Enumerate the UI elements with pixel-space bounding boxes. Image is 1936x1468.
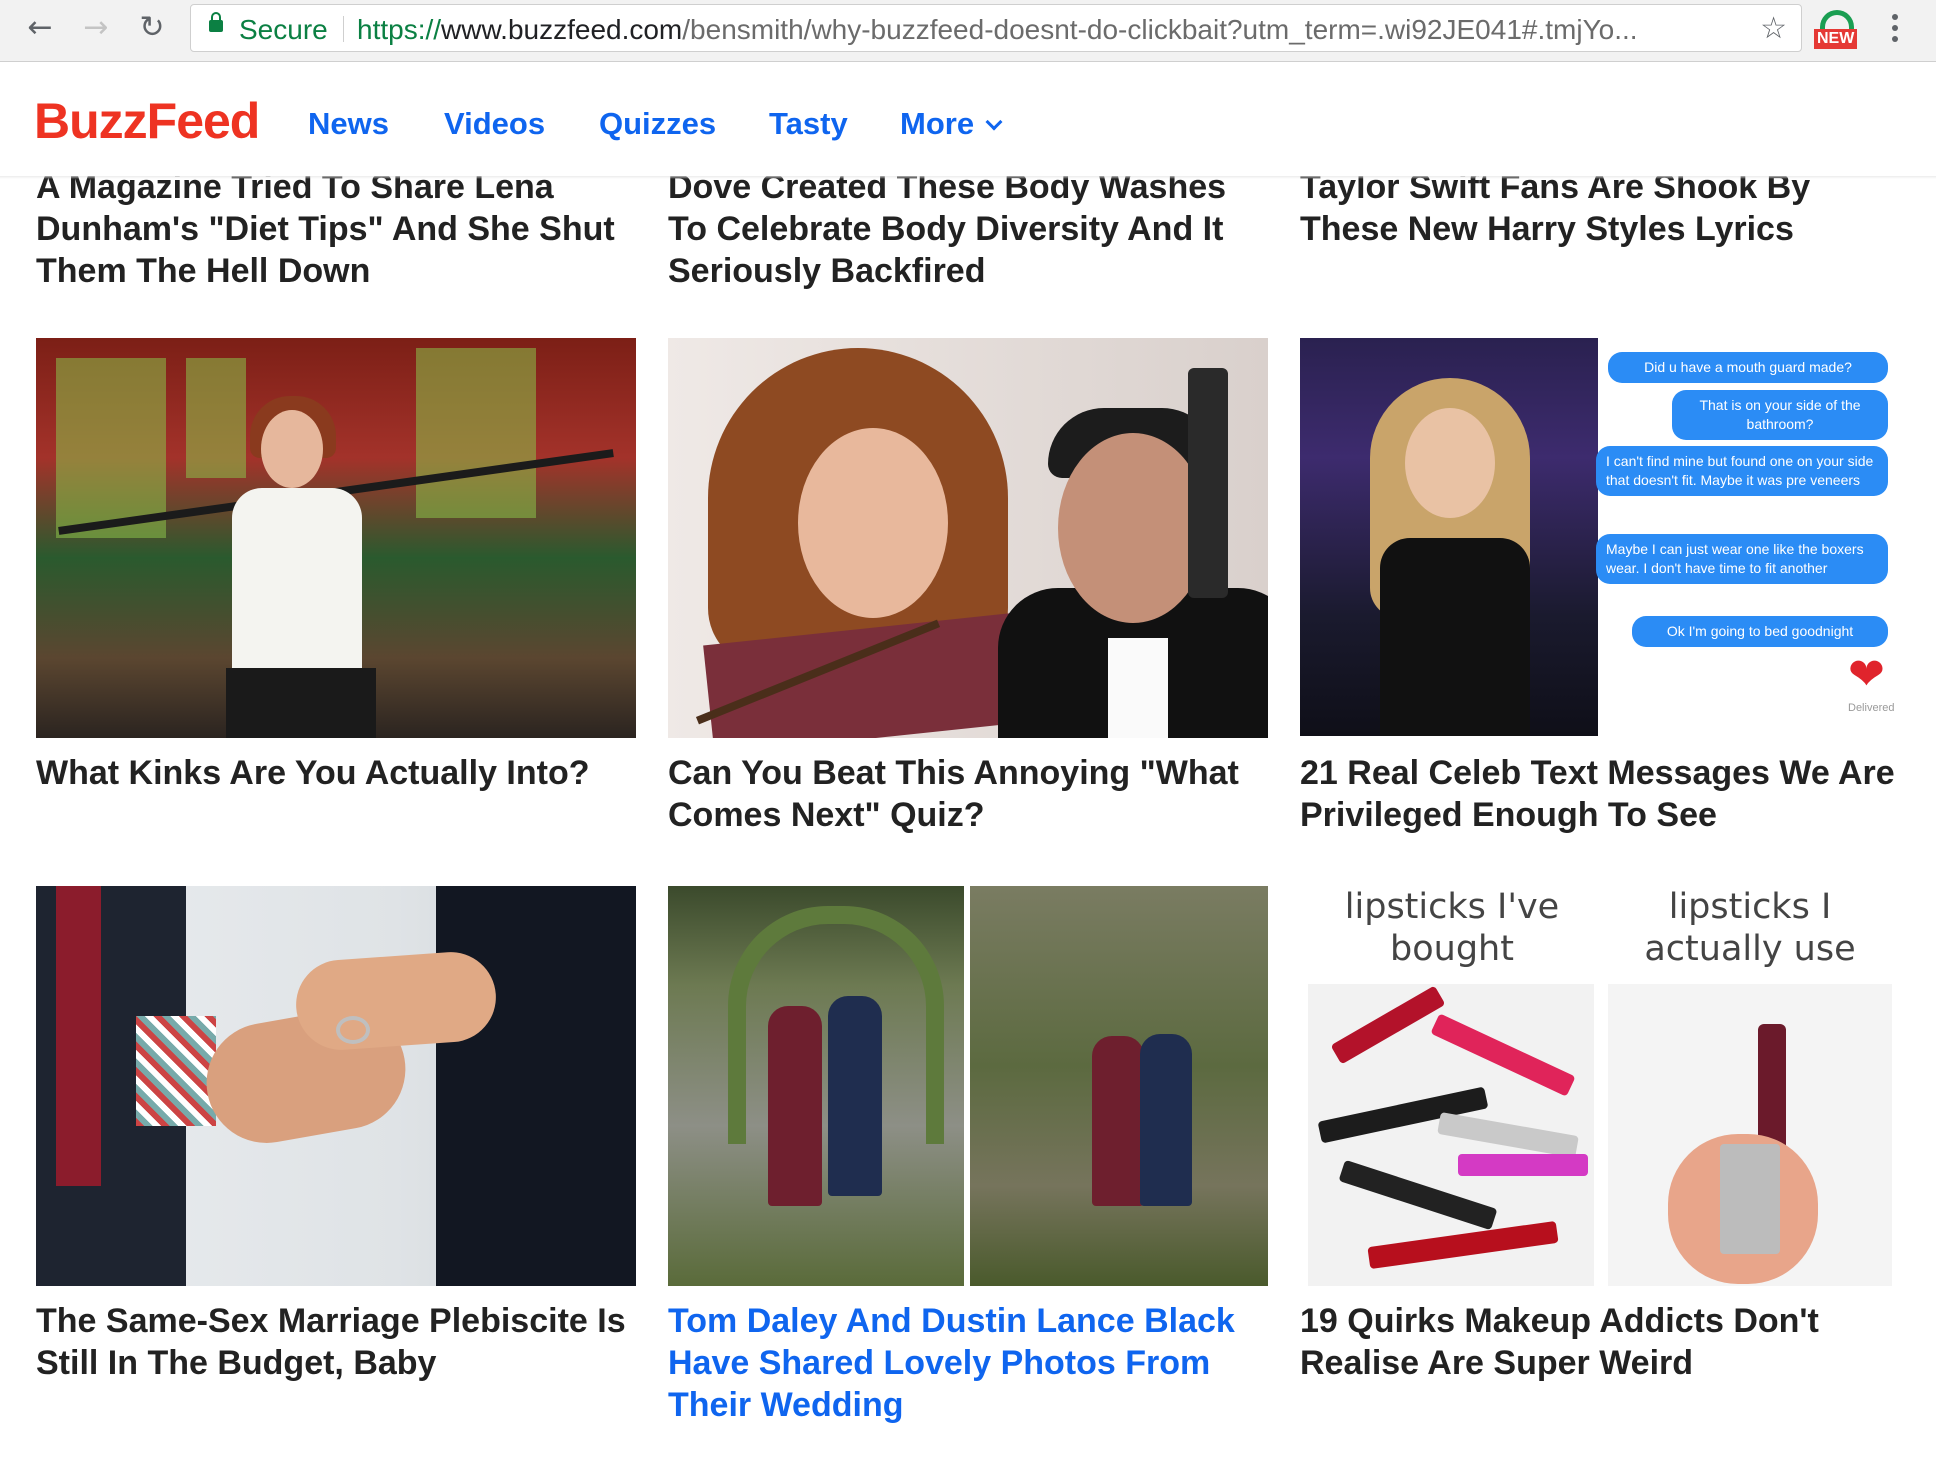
card-headline[interactable]: Can You Beat This Annoying "What Comes N… [668, 752, 1268, 836]
lipstick-label-left: lipsticks I've bought [1344, 887, 1560, 969]
browser-toolbar: ← → ↻ Secure https://www.buzzfeed.com/be… [0, 0, 1936, 62]
url-separator [343, 16, 344, 42]
url-host: www.buzzfeed.com [441, 14, 683, 45]
card-headline[interactable]: A Magazine Tried To Share Lena Dunham's … [36, 166, 626, 292]
text-bubble: That is on your side of the bathroom? [1672, 390, 1888, 440]
nav-more[interactable]: More [900, 106, 1003, 142]
card-headline[interactable]: Dove Created These Body Washes To Celebr… [668, 166, 1258, 292]
arrow-left-icon: ← [27, 10, 53, 45]
card-headline[interactable]: The Same-Sex Marriage Plebiscite Is Stil… [36, 1300, 636, 1384]
text-bubble: Ok I'm going to bed goodnight [1632, 616, 1888, 647]
nav-news[interactable]: News [308, 106, 389, 142]
card-headline[interactable]: 19 Quirks Makeup Addicts Don't Realise A… [1300, 1300, 1900, 1384]
new-badge: NEW [1814, 29, 1858, 49]
card-image-lipsticks[interactable]: lipsticks I've bought lipsticks I actual… [1300, 886, 1900, 1286]
buzzfeed-logo[interactable]: BuzzFeed [34, 92, 260, 150]
card-image-texts[interactable]: Did u have a mouth guard made? That is o… [1300, 338, 1900, 738]
card-image-wedding[interactable] [668, 886, 1268, 1286]
card-headline[interactable]: Tom Daley And Dustin Lance Black Have Sh… [668, 1300, 1268, 1426]
url-text[interactable]: https://www.buzzfeed.com/bensmith/why-bu… [357, 14, 1917, 46]
heart-icon: ❤ [1848, 649, 1885, 700]
text-bubble: I can't find mine but found one on your … [1596, 446, 1888, 496]
address-bar[interactable]: Secure https://www.buzzfeed.com/bensmith… [190, 4, 1802, 52]
star-icon[interactable]: ☆ [1760, 11, 1787, 46]
lock-icon [209, 12, 223, 32]
site-header: BuzzFeed News Videos Quizzes Tasty More [0, 62, 1936, 176]
card-image-quiz[interactable] [668, 338, 1268, 738]
secure-label: Secure [239, 14, 328, 45]
card-headline[interactable]: 21 Real Celeb Text Messages We Are Privi… [1300, 752, 1900, 836]
extension-button[interactable]: NEW [1814, 10, 1862, 50]
back-button[interactable]: ← [18, 6, 62, 50]
nav-tasty[interactable]: Tasty [769, 106, 848, 142]
nav-quizzes[interactable]: Quizzes [599, 106, 716, 142]
chevron-down-icon [985, 113, 1003, 131]
card-headline[interactable]: What Kinks Are You Actually Into? [36, 752, 636, 794]
url-scheme: https:// [357, 14, 442, 45]
text-bubble: Did u have a mouth guard made? [1608, 352, 1888, 383]
arrow-right-icon: → [83, 10, 109, 45]
card-image-kinks[interactable] [36, 338, 636, 738]
lipstick-label-right: lipsticks I actually use [1644, 887, 1856, 969]
nav-more-label: More [900, 106, 975, 141]
delivered-label: Delivered [1848, 702, 1895, 714]
nav-videos[interactable]: Videos [444, 106, 545, 142]
card-image-ring[interactable] [36, 886, 636, 1286]
url-path: /bensmith/why-buzzfeed-doesnt-do-clickba… [682, 14, 1638, 45]
extension-icon [1820, 10, 1854, 30]
reload-button[interactable]: ↻ [130, 6, 174, 50]
text-bubble: Maybe I can just wear one like the boxer… [1596, 534, 1888, 584]
kebab-menu-icon[interactable] [1880, 8, 1910, 48]
forward-button[interactable]: → [74, 6, 118, 50]
reload-icon: ↻ [139, 10, 165, 45]
